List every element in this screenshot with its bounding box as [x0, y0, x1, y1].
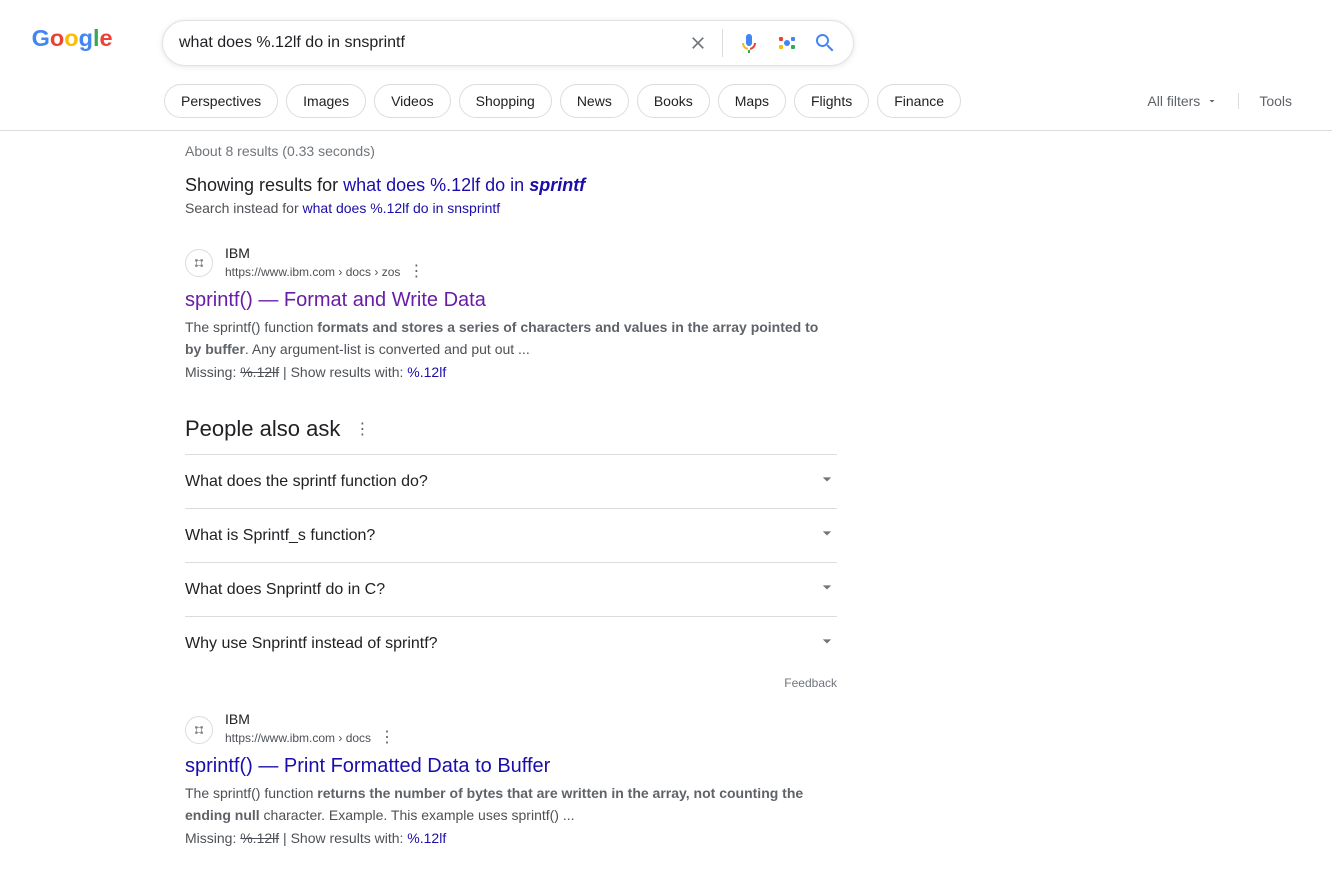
chevron-down-icon	[817, 577, 837, 602]
site-url: https://www.ibm.com › docs ⋮	[225, 728, 395, 749]
result-snippet: The sprintf() function formats and store…	[185, 316, 837, 360]
tab-shopping[interactable]: Shopping	[459, 84, 552, 118]
all-filters-button[interactable]: All filters	[1147, 93, 1218, 109]
clear-icon[interactable]	[688, 33, 708, 53]
snippet-post: . Any argument-list is converted and put…	[245, 341, 530, 357]
chevron-down-icon	[817, 469, 837, 494]
spell-prefix: Showing results for	[185, 175, 343, 195]
tools-button[interactable]: Tools	[1238, 93, 1292, 109]
paa-item-label: What is Sprintf_s function?	[185, 527, 375, 545]
search-bar	[162, 20, 854, 66]
tab-videos[interactable]: Videos	[374, 84, 451, 118]
site-name: IBM	[225, 710, 395, 728]
spell-correction: Showing results for what does %.12lf do …	[185, 175, 837, 196]
chevron-down-icon	[1206, 95, 1218, 107]
paa-item[interactable]: What does the sprintf function do?	[185, 454, 837, 508]
result-head: IBM https://www.ibm.com › docs › zos ⋮	[185, 244, 837, 283]
lens-icon[interactable]	[775, 31, 799, 55]
spell-corrected-bold: sprintf	[529, 175, 585, 195]
result-title-link[interactable]: sprintf() — Print Formatted Data to Buff…	[185, 755, 837, 778]
show-label: | Show results with:	[279, 830, 407, 846]
search-icon[interactable]	[813, 31, 837, 55]
site-url: https://www.ibm.com › docs › zos ⋮	[225, 262, 424, 283]
tabs-row: Perspectives Images Videos Shopping News…	[0, 74, 1332, 131]
svg-text:Google: Google	[32, 25, 113, 51]
search-input[interactable]	[179, 34, 688, 52]
results-area: About 8 results (0.33 seconds) Showing r…	[185, 131, 837, 846]
search-result: IBM https://www.ibm.com › docs › zos ⋮ s…	[185, 244, 837, 380]
show-label: | Show results with:	[279, 364, 407, 380]
site-url-text: https://www.ibm.com › docs	[225, 731, 371, 747]
missing-label: Missing:	[185, 364, 240, 380]
header-top: Google	[0, 20, 1332, 66]
tab-images[interactable]: Images	[286, 84, 366, 118]
result-title-link[interactable]: sprintf() — Format and Write Data	[185, 289, 837, 312]
missing-label: Missing:	[185, 830, 240, 846]
tab-maps[interactable]: Maps	[718, 84, 786, 118]
snippet-pre: The sprintf() function	[185, 319, 317, 335]
missing-term: %.12lf	[240, 364, 279, 380]
all-filters-label: All filters	[1147, 93, 1200, 109]
more-icon[interactable]: ⋮	[408, 262, 424, 283]
snippet-pre: The sprintf() function	[185, 785, 317, 801]
chevron-down-icon	[817, 631, 837, 656]
tab-perspectives[interactable]: Perspectives	[164, 84, 278, 118]
paa-item[interactable]: What does Snprintf do in C?	[185, 562, 837, 616]
result-stats: About 8 results (0.33 seconds)	[185, 143, 837, 175]
tab-finance[interactable]: Finance	[877, 84, 961, 118]
tabs-right: All filters Tools	[1147, 93, 1292, 109]
more-icon[interactable]: ⋮	[354, 419, 370, 439]
paa-item-label: What does the sprintf function do?	[185, 473, 428, 491]
search-icons	[688, 29, 837, 57]
paa-item-label: Why use Snprintf instead of sprintf?	[185, 635, 438, 653]
search-instead: Search instead for what does %.12lf do i…	[185, 200, 837, 216]
tab-news[interactable]: News	[560, 84, 629, 118]
site-favicon	[185, 716, 213, 744]
people-also-ask: People also ask ⋮ What does the sprintf …	[185, 416, 837, 690]
instead-link[interactable]: what does %.12lf do in snsprintf	[303, 200, 501, 216]
site-info: IBM https://www.ibm.com › docs ⋮	[225, 710, 395, 749]
google-logo[interactable]: Google	[30, 23, 122, 63]
search-result: IBM https://www.ibm.com › docs ⋮ sprintf…	[185, 710, 837, 846]
result-head: IBM https://www.ibm.com › docs ⋮	[185, 710, 837, 749]
chevron-down-icon	[817, 523, 837, 548]
site-favicon	[185, 249, 213, 277]
divider	[722, 29, 723, 57]
tab-books[interactable]: Books	[637, 84, 710, 118]
feedback-link[interactable]: Feedback	[185, 676, 837, 690]
paa-item-label: What does Snprintf do in C?	[185, 581, 385, 599]
site-info: IBM https://www.ibm.com › docs › zos ⋮	[225, 244, 424, 283]
tab-flights[interactable]: Flights	[794, 84, 869, 118]
missing-row: Missing: %.12lf | Show results with: %.1…	[185, 830, 837, 846]
paa-title: People also ask	[185, 416, 340, 442]
mic-icon[interactable]	[737, 31, 761, 55]
site-name: IBM	[225, 244, 424, 262]
spell-corrected-link[interactable]: what does %.12lf do in sprintf	[343, 175, 585, 195]
paa-head: People also ask ⋮	[185, 416, 837, 442]
show-with-link[interactable]: %.12lf	[407, 364, 446, 380]
missing-term: %.12lf	[240, 830, 279, 846]
missing-row: Missing: %.12lf | Show results with: %.1…	[185, 364, 837, 380]
site-url-text: https://www.ibm.com › docs › zos	[225, 265, 400, 281]
show-with-link[interactable]: %.12lf	[407, 830, 446, 846]
more-icon[interactable]: ⋮	[379, 728, 395, 749]
result-snippet: The sprintf() function returns the numbe…	[185, 782, 837, 826]
spell-corrected-pre: what does %.12lf do in	[343, 175, 529, 195]
paa-item[interactable]: What is Sprintf_s function?	[185, 508, 837, 562]
snippet-post: character. Example. This example uses sp…	[260, 807, 575, 823]
instead-prefix: Search instead for	[185, 200, 303, 216]
paa-item[interactable]: Why use Snprintf instead of sprintf?	[185, 616, 837, 670]
header: Google Perspectives Image	[0, 0, 1332, 131]
